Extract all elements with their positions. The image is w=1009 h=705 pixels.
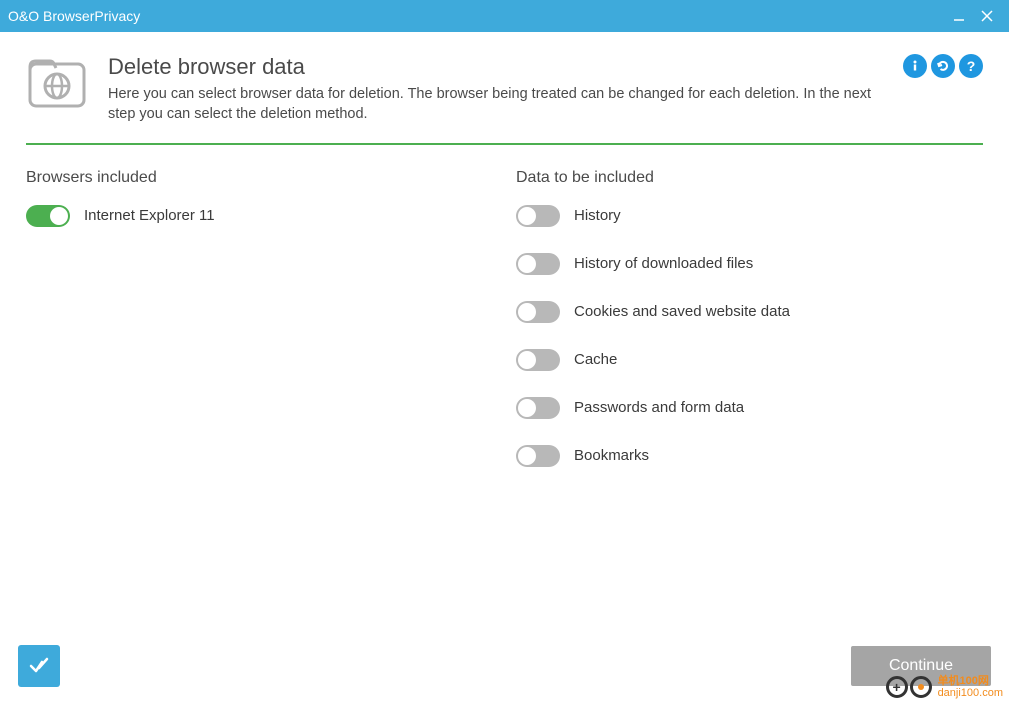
toggle-data-3[interactable] bbox=[516, 349, 560, 371]
columns: Browsers included Internet Explorer 11 D… bbox=[26, 169, 983, 493]
toggle-label-browser-0: Internet Explorer 11 bbox=[84, 207, 215, 224]
toggle-row-data-3: Cache bbox=[516, 349, 983, 371]
info-button[interactable] bbox=[903, 54, 927, 78]
titlebar: O&O BrowserPrivacy bbox=[0, 0, 1009, 32]
toggle-row-data-1: History of downloaded files bbox=[516, 253, 983, 275]
toggle-label-data-5: Bookmarks bbox=[574, 447, 649, 464]
footer: Continue bbox=[18, 645, 991, 687]
toggle-data-0[interactable] bbox=[516, 205, 560, 227]
toggle-label-data-1: History of downloaded files bbox=[574, 255, 753, 272]
toggle-data-2[interactable] bbox=[516, 301, 560, 323]
page-description: Here you can select browser data for del… bbox=[108, 84, 883, 125]
header-actions: ? bbox=[903, 54, 983, 78]
toggle-data-1[interactable] bbox=[516, 253, 560, 275]
toggle-data-5[interactable] bbox=[516, 445, 560, 467]
toggle-label-data-4: Passwords and form data bbox=[574, 399, 744, 416]
toggle-label-data-3: Cache bbox=[574, 351, 617, 368]
toggle-row-browser-0: Internet Explorer 11 bbox=[26, 205, 516, 227]
toggle-label-data-2: Cookies and saved website data bbox=[574, 303, 790, 320]
toggle-row-data-2: Cookies and saved website data bbox=[516, 301, 983, 323]
divider bbox=[26, 143, 983, 145]
close-button[interactable] bbox=[973, 2, 1001, 30]
app-title: O&O BrowserPrivacy bbox=[8, 8, 945, 24]
toggle-row-data-0: History bbox=[516, 205, 983, 227]
header-row: Delete browser data Here you can select … bbox=[26, 54, 983, 125]
toggle-browser-0[interactable] bbox=[26, 205, 70, 227]
help-button[interactable]: ? bbox=[959, 54, 983, 78]
watermark-text-bottom: danji100.com bbox=[938, 687, 1003, 699]
header-text: Delete browser data Here you can select … bbox=[108, 54, 883, 125]
select-all-button[interactable] bbox=[18, 645, 60, 687]
refresh-button[interactable] bbox=[931, 54, 955, 78]
toggle-row-data-5: Bookmarks bbox=[516, 445, 983, 467]
toggle-label-data-0: History bbox=[574, 207, 621, 224]
page-title: Delete browser data bbox=[108, 54, 883, 80]
toggle-data-4[interactable] bbox=[516, 397, 560, 419]
data-column: Data to be included History History of do… bbox=[516, 169, 983, 493]
browsers-column: Browsers included Internet Explorer 11 bbox=[26, 169, 516, 493]
browser-data-icon bbox=[26, 54, 88, 110]
data-section-title: Data to be included bbox=[516, 169, 983, 187]
content-area: Delete browser data Here you can select … bbox=[0, 32, 1009, 493]
toggle-row-data-4: Passwords and form data bbox=[516, 397, 983, 419]
continue-button[interactable]: Continue bbox=[851, 646, 991, 686]
browsers-section-title: Browsers included bbox=[26, 169, 516, 187]
minimize-button[interactable] bbox=[945, 2, 973, 30]
